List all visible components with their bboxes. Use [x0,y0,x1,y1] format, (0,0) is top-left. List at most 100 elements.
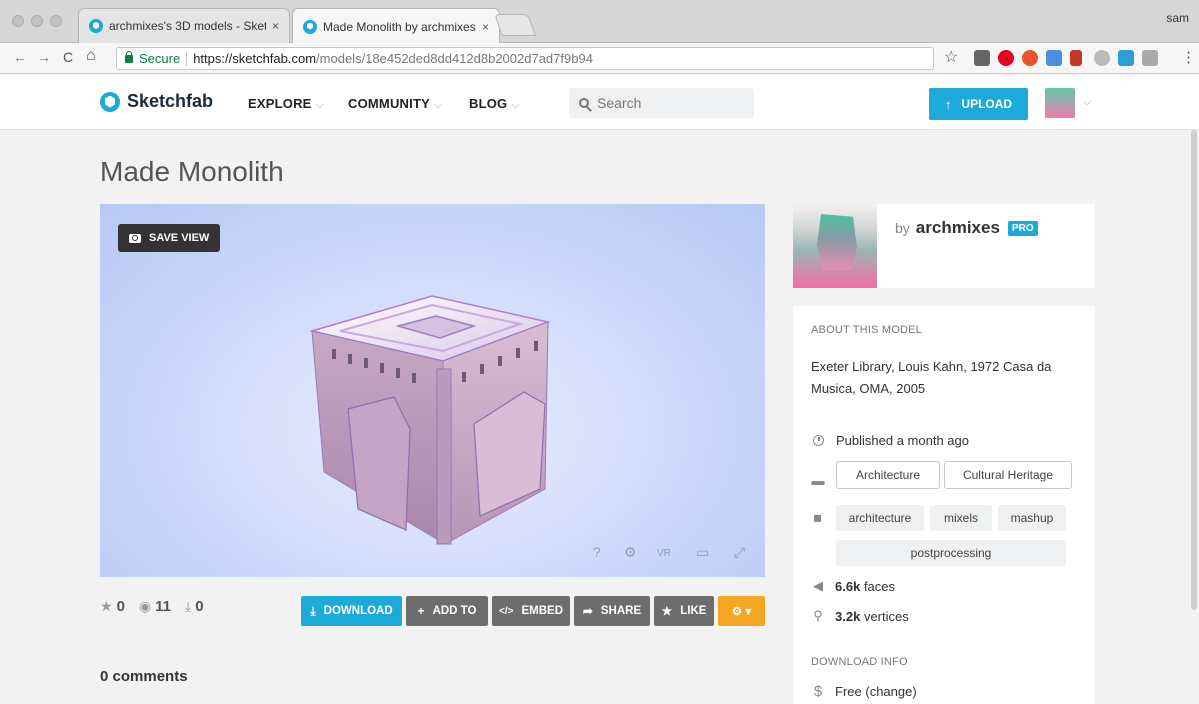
avatar[interactable] [1045,88,1075,118]
nav-blog[interactable]: BLOG ⌵ [469,96,520,112]
author-name-link[interactable]: archmixes [916,218,1000,238]
author-line: by archmixes PRO [895,218,1038,238]
nav-label: COMMUNITY [348,96,430,111]
share-button[interactable]: ➦ SHARE [574,596,650,626]
faces-row: ◀ 6.6k faces [811,578,895,594]
search-input[interactable] [597,95,737,111]
eye-icon: ◉ [138,598,152,614]
embed-view-icon[interactable]: ▭ [696,544,709,561]
embed-button[interactable]: </> EMBED [492,596,570,626]
fullscreen-icon[interactable]: ⤢ [734,544,745,561]
download-label: DOWNLOAD [323,605,393,617]
author-model-thumbnail[interactable] [793,204,877,288]
tag-icon: ◆ [809,508,828,527]
logo-text: Sketchfab [127,91,214,111]
save-view-label: SAVE VIEW [149,232,210,244]
sketchfab-favicon-icon [303,19,317,34]
likes-value: 0 [116,598,125,615]
nav-explore[interactable]: EXPLORE ⌵ [248,96,324,112]
views-value: 11 [155,598,171,615]
settings-icon[interactable]: ⚙ [624,544,637,561]
code-icon: </> [499,605,514,617]
browser-toolbar: ← → C ⌂ Secure https://sketchfab.com /mo… [0,43,1199,74]
category-cultural-heritage[interactable]: Cultural Heritage [944,461,1072,489]
url-host: https://sketchfab.com [193,51,317,66]
browser-tab[interactable]: archmixes's 3D models - Sketc × [78,8,290,43]
bookmark-star-icon[interactable]: ☆ [944,47,958,67]
published-row: Published a month ago [811,433,969,448]
zoom-window-icon[interactable] [50,15,62,27]
pinterest-extension-icon[interactable] [998,50,1014,66]
3d-model-viewer[interactable]: SAVE VIEW ? ⚙ VR ▭ ⤢ [100,204,765,577]
add-to-button[interactable]: + ADD TO [406,596,488,626]
extension-doc-icon[interactable] [1046,50,1062,66]
lock-icon [125,50,133,63]
triangle-icon: ◀ [813,578,823,593]
extension-typography-icon[interactable] [974,50,990,66]
download-icon: ⤓ [310,603,316,618]
nav-label: BLOG [469,96,508,111]
sketchfab-favicon-icon [89,19,103,33]
extension-link-icon[interactable] [1118,50,1134,66]
upload-button[interactable]: ↑ UPLOAD [929,88,1028,120]
sketchfab-logo[interactable]: Sketchfab [100,91,213,112]
home-icon[interactable]: ⌂ [86,47,96,65]
address-bar[interactable]: Secure https://sketchfab.com /models/18e… [116,47,934,70]
extension-camera-icon[interactable] [1142,50,1158,66]
vertices-row: ⚲ 3.2k vertices [811,608,909,624]
search-box[interactable] [569,88,754,118]
model-stats: ★ 0 ◉ 11 ⤓ 0 [100,598,218,615]
divider [186,51,188,66]
back-arrow-icon[interactable]: ← [13,49,27,65]
save-view-button[interactable]: SAVE VIEW [118,224,221,252]
tab-close-icon[interactable]: × [272,19,279,33]
secure-label: Secure [139,51,181,66]
price-value: Free [835,684,862,699]
browser-menu-icon[interactable]: ⋮ [1181,48,1196,66]
dollar-icon: $ [813,683,823,700]
options-dropdown-button[interactable]: ⚙ ▾ [718,596,765,626]
vr-icon[interactable]: VR [657,548,671,559]
new-tab-button[interactable] [493,14,537,36]
like-label: LIKE [680,605,707,617]
browser-profile-name[interactable]: sam [1166,11,1189,25]
browser-tab-active[interactable]: Made Monolith by archmixes - × [292,8,500,44]
share-arrow-icon: ➦ [582,604,593,618]
upload-label: UPLOAD [961,97,1013,111]
download-button[interactable]: ⤓ DOWNLOAD [301,596,402,626]
extension-drive-icon[interactable] [1094,50,1110,66]
extension-bars-icon[interactable] [1070,50,1082,66]
search-icon [579,98,589,108]
minimize-window-icon[interactable] [31,15,43,27]
pro-badge: PRO [1007,220,1038,236]
page-scrollbar[interactable] [1191,130,1197,610]
reload-icon[interactable]: C [63,49,73,65]
price-change-link[interactable]: (change) [865,684,916,699]
tag-item[interactable]: mashup [998,505,1066,531]
tag-item[interactable]: postprocessing [836,540,1066,566]
tab-close-icon[interactable]: × [482,20,489,34]
model-render-image [309,295,551,545]
tab-title: archmixes's 3D models - Sketc [109,19,266,33]
category-icon: ▬ [811,473,825,488]
help-icon[interactable]: ? [593,544,601,560]
published-text: Published a month ago [836,433,969,448]
page-title: Made Monolith [100,156,284,187]
extension-honey-icon[interactable] [1022,50,1038,66]
close-window-icon[interactable] [12,15,24,27]
forward-arrow-icon[interactable]: → [37,49,51,65]
nav-community[interactable]: COMMUNITY ⌵ [348,96,443,112]
star-icon: ★ [661,604,673,618]
vertices-value: 3.2k [835,608,861,624]
views-count: ◉ 11 [139,598,171,615]
tab-title: Made Monolith by archmixes - [323,19,476,34]
tag-item[interactable]: mixels [930,505,992,531]
add-to-label: ADD TO [432,605,477,617]
vertex-icon: ⚲ [813,608,823,623]
like-button[interactable]: ★ LIKE [654,596,714,626]
chevron-down-icon: ⌵ [511,99,520,111]
tag-item[interactable]: architecture [836,505,924,531]
category-architecture[interactable]: Architecture [836,461,940,489]
comments-heading: 0 comments [100,668,188,685]
chevron-down-icon[interactable]: ⌵ [1083,96,1091,109]
